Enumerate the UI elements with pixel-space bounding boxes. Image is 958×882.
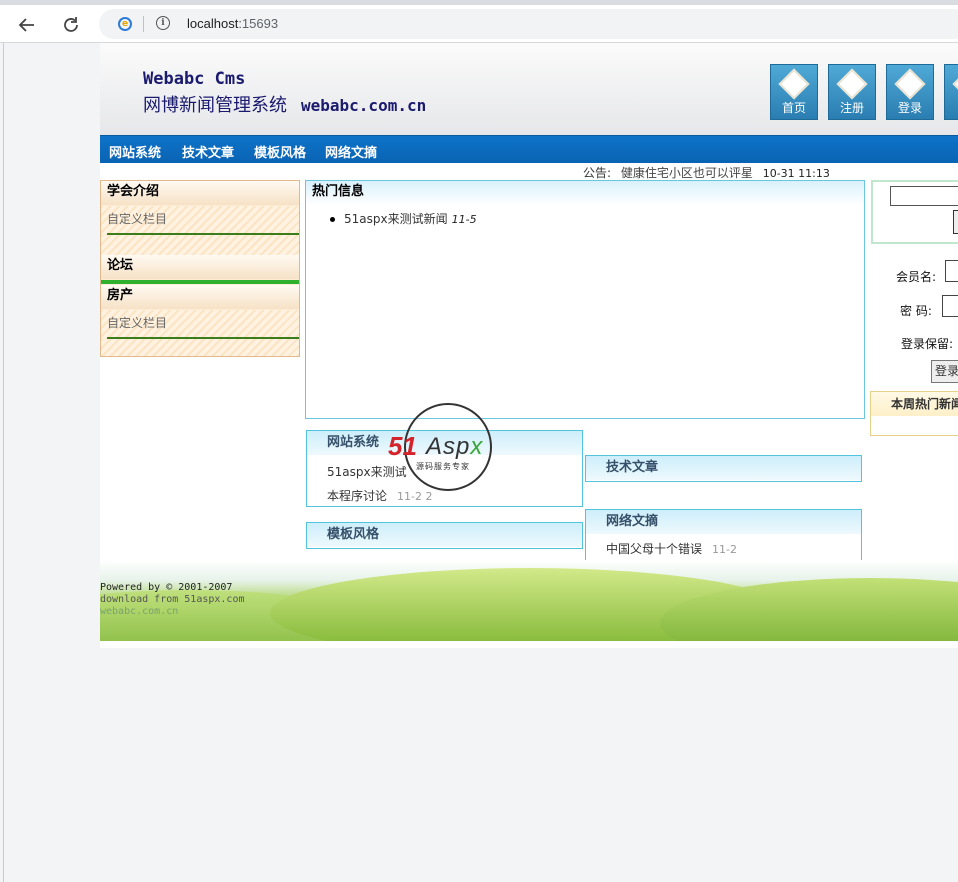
reload-icon	[64, 17, 78, 32]
member-name-input[interactable]	[945, 260, 958, 282]
browser-toolbar: e i localhost:15693	[0, 5, 958, 43]
arrow-left-icon	[18, 18, 34, 32]
sidebar-spacer	[101, 339, 299, 356]
doc-icon	[952, 68, 958, 100]
list-item-text[interactable]: 中国父母十个错误	[606, 542, 702, 556]
category-digest-title[interactable]: 网络文摘	[586, 510, 861, 534]
info-icon[interactable]: i	[156, 16, 170, 30]
home-button[interactable]: 首页	[770, 64, 818, 120]
category-template: 模板风格	[306, 522, 583, 549]
hot-info-panel: 热门信息 51aspx来测试新闻 11-5	[305, 180, 865, 419]
category-digest: 网络文摘 中国父母十个错误 11-2	[585, 509, 862, 561]
remember-label: 登录保留:	[901, 337, 954, 351]
category-template-title[interactable]: 模板风格	[307, 523, 582, 547]
reload-button[interactable]	[56, 10, 86, 40]
watermark-asp: Asp	[426, 433, 471, 460]
sidebar-heading-about[interactable]: 学会介绍	[101, 181, 299, 205]
hot-item-date: 11-5	[451, 213, 477, 226]
header-button-partial[interactable]	[944, 64, 958, 120]
register-doc-icon	[836, 68, 868, 100]
password-label: 密 码:	[900, 304, 932, 318]
url-port: :15693	[238, 16, 279, 31]
watermark-51: 51	[388, 431, 417, 461]
logo-name: 网博新闻管理系统	[143, 95, 287, 116]
nav-templates[interactable]: 模板风格	[254, 142, 306, 161]
ie-icon: e	[118, 17, 132, 31]
logo-title-en: Webabc Cms	[143, 69, 246, 89]
weekly-hot-title: 本周热门新闻	[871, 392, 958, 416]
notice-link[interactable]: 健康住宅小区也可以评星	[621, 166, 753, 180]
home-doc-icon	[778, 68, 810, 100]
watermark-tagline: 源码服务专家	[416, 462, 470, 471]
search-panel	[871, 180, 958, 244]
nav-tech-articles[interactable]: 技术文章	[182, 142, 234, 161]
address-bar[interactable]: e i localhost:15693	[99, 9, 958, 39]
password-input[interactable]	[942, 295, 958, 317]
home-button-label: 首页	[781, 101, 806, 115]
weekly-hot-panel: 本周热门新闻	[870, 391, 958, 436]
site-footer: Powered by © 2001-2007 download from 51a…	[100, 560, 958, 641]
watermark-logo: 51 Aspx 源码服务专家	[388, 403, 508, 495]
nav-digest[interactable]: 网络文摘	[325, 142, 377, 161]
bullet-icon	[330, 217, 335, 222]
list-item[interactable]: 51aspx来测试新闻 11-5	[330, 210, 477, 227]
main-nav: 网站系统 技术文章 模板风格 网络文摘	[100, 135, 958, 163]
url-host: localhost	[187, 16, 239, 31]
notice-bar: 公告: 健康住宅小区也可以评星 10-31 11:13	[583, 164, 830, 181]
footer-download[interactable]: download from 51aspx.com	[100, 594, 245, 606]
hot-item-text[interactable]: 51aspx来测试新闻	[344, 212, 448, 226]
register-button-label: 注册	[839, 101, 864, 115]
logo-url: webabc.com.cn	[301, 96, 427, 115]
hot-info-title: 热门信息	[306, 181, 864, 205]
category-tech: 技术文章	[585, 455, 862, 482]
register-button[interactable]: 注册	[828, 64, 876, 120]
list-item-date: 11-2	[712, 543, 737, 556]
footer-text: Powered by © 2001-2007 download from 51a…	[100, 582, 245, 618]
login-doc-icon	[894, 68, 926, 100]
notice-time: 10-31 11:13	[762, 167, 830, 180]
address-separator	[143, 16, 144, 32]
list-item[interactable]: 中国父母十个错误 11-2	[606, 540, 737, 557]
login-button[interactable]: 登录	[931, 360, 958, 383]
watermark-x: x	[470, 433, 484, 460]
logo-title-cn: 网博新闻管理系统 webabc.com.cn	[143, 91, 426, 117]
member-label: 会员名:	[896, 270, 937, 284]
sidebar-heading-realestate[interactable]: 房产	[101, 285, 299, 309]
search-input[interactable]	[890, 186, 958, 206]
footer-powered: Powered by © 2001-2007	[100, 582, 233, 593]
notice-label: 公告:	[583, 166, 612, 180]
footer-site[interactable]: webabc.com.cn	[100, 606, 245, 618]
left-sidebar: 学会介绍 自定义栏目 论坛 房产 自定义栏目	[100, 180, 300, 357]
url-text[interactable]: localhost:15693	[187, 16, 278, 31]
category-tech-title[interactable]: 技术文章	[586, 456, 861, 480]
login-header-button[interactable]: 登录	[886, 64, 934, 120]
sidebar-spacer	[101, 235, 299, 255]
sidebar-heading-forum[interactable]: 论坛	[101, 255, 299, 279]
sidebar-green-bar	[101, 280, 299, 284]
nav-web-system[interactable]: 网站系统	[109, 142, 161, 161]
site-header: Webabc Cms 网博新闻管理系统 webabc.com.cn 首页 注册 登…	[100, 43, 958, 135]
back-button[interactable]	[12, 10, 42, 40]
list-item-text[interactable]: 本程序讨论	[327, 489, 387, 503]
login-header-button-label: 登录	[897, 101, 922, 115]
viewport-left-border	[3, 43, 4, 882]
sidebar-item-custom-2[interactable]: 自定义栏目	[101, 310, 299, 338]
watermark-aspx: Aspx	[426, 433, 483, 461]
sidebar-item-custom-1[interactable]: 自定义栏目	[101, 206, 299, 234]
search-button[interactable]	[953, 210, 958, 234]
